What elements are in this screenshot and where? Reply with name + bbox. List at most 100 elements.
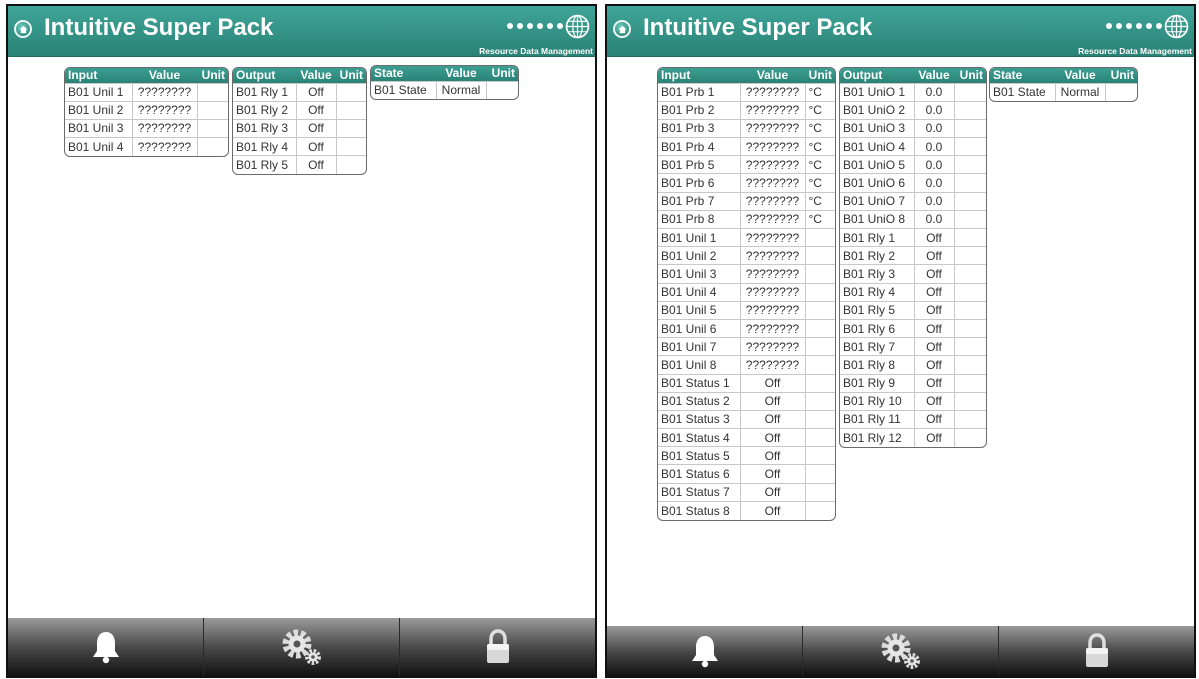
table-row: B01 Unil 8???????? [658,355,835,374]
row-label: B01 Unil 3 [658,264,740,284]
row-unit [1104,82,1137,102]
padlock-icon [486,629,509,663]
home-icon[interactable] [14,20,32,38]
row-value: Off [913,227,954,247]
row-unit: °C [804,82,835,102]
row-label: B01 UniO 4 [840,137,914,156]
row-label: B01 Rly 9 [840,373,914,393]
col-header-unit: Unit [1105,68,1137,83]
padlock-icon [1085,633,1108,667]
row-value: Off [913,337,954,356]
row-unit [804,428,835,447]
state-table: State Value Unit B01 State Normal [989,67,1138,103]
row-value: ???????? [739,246,805,265]
row-label: B01 Prb 6 [658,173,740,193]
row-label: B01 Unil 7 [658,337,740,356]
table-row: B01 Rly 7 Off [840,337,986,356]
table-row: B01 Prb 5???????? °C [658,155,835,174]
alarm-button[interactable] [607,626,802,676]
row-label: B01 Status 2 [658,391,740,411]
table-row: B01 Prb 1???????? °C [658,82,835,102]
row-value: Off [913,391,954,411]
row-unit [804,482,835,502]
table-row: B01 Prb 2???????? °C [658,100,835,120]
row-label: B01 Rly 4 [233,137,296,156]
row-value: Off [739,464,805,484]
row-unit [953,191,986,211]
table-row: B01 Rly 2 Off [233,100,366,120]
footer-toolbar [607,626,1194,676]
table-row: B01 UniO 3 0.0 [840,118,986,138]
table-row: B01 UniO 8 0.0 [840,209,986,229]
row-value: Off [739,409,805,429]
lock-button[interactable] [399,618,595,676]
alarm-button[interactable] [8,618,203,676]
row-label: B01 Unil 1 [658,227,740,247]
row-unit [804,409,835,429]
row-label: B01 Status 3 [658,409,740,429]
row-unit [953,318,986,338]
row-label: B01 Rly 12 [840,428,914,447]
table-row: B01 State Normal [990,82,1137,102]
row-value: 0.0 [913,173,954,193]
row-unit [335,118,366,138]
row-label: B01 Prb 8 [658,209,740,229]
row-value: Normal [435,80,486,100]
row-unit [953,137,986,156]
row-unit [953,100,986,120]
row-value: 0.0 [913,82,954,102]
table-row: B01 Rly 4 Off [840,282,986,302]
row-label: B01 Status 1 [658,373,740,393]
bell-icon [92,632,119,664]
table-row: B01 Rly 8 Off [840,355,986,374]
settings-button[interactable] [802,626,998,676]
row-label: B01 Unil 2 [65,100,132,120]
footer-toolbar [8,618,595,676]
settings-button[interactable] [203,618,399,676]
table-row: B01 Status 3 Off [658,409,835,429]
table-row: B01 Status 7 Off [658,482,835,502]
col-header-output: Output [840,68,914,83]
row-value: ???????? [739,264,805,284]
row-unit [804,282,835,302]
row-unit [804,318,835,338]
row-unit [335,82,366,102]
row-label: B01 Prb 2 [658,100,740,120]
row-label: B01 Rly 2 [840,246,914,265]
row-label: B01 Unil 3 [65,118,132,138]
row-value: ???????? [739,137,805,156]
row-label: B01 Rly 6 [840,318,914,338]
row-label: B01 Rly 3 [233,118,296,138]
col-header-unit: Unit [954,68,986,83]
row-value: Off [913,428,954,447]
row-label: B01 Rly 7 [840,337,914,356]
row-label: B01 Status 4 [658,428,740,447]
home-icon[interactable] [613,20,631,38]
table-row: B01 Unil 2???????? [65,100,228,120]
row-unit: °C [804,173,835,193]
table-row: B01 Prb 8???????? °C [658,209,835,229]
row-value: ???????? [739,337,805,356]
rdm-logo: Resource Data Management [1060,12,1192,56]
row-label: B01 UniO 2 [840,100,914,120]
row-unit [804,300,835,320]
table-row: B01 UniO 1 0.0 [840,82,986,102]
table-row: B01 Prb 6???????? °C [658,173,835,193]
row-label: B01 Unil 4 [65,137,132,156]
row-label: B01 State [990,82,1055,102]
col-header-input: Input [65,68,132,83]
row-unit [804,246,835,265]
col-header-value: Value [436,66,486,81]
table-row: B01 Unil 4???????? [658,282,835,302]
row-value: ???????? [739,155,805,174]
row-value: ???????? [131,100,197,120]
row-label: B01 Rly 8 [840,355,914,374]
output-table: Output Value Unit B01 Rly 1 Off B01 Rly 2O… [232,67,367,175]
row-unit [953,373,986,393]
row-value: Off [913,373,954,393]
table-row: B01 UniO 5 0.0 [840,155,986,174]
table-row: B01 Rly 10 Off [840,391,986,411]
row-label: B01 Rly 4 [840,282,914,302]
lock-button[interactable] [998,626,1194,676]
table-row: B01 Prb 7???????? °C [658,191,835,211]
